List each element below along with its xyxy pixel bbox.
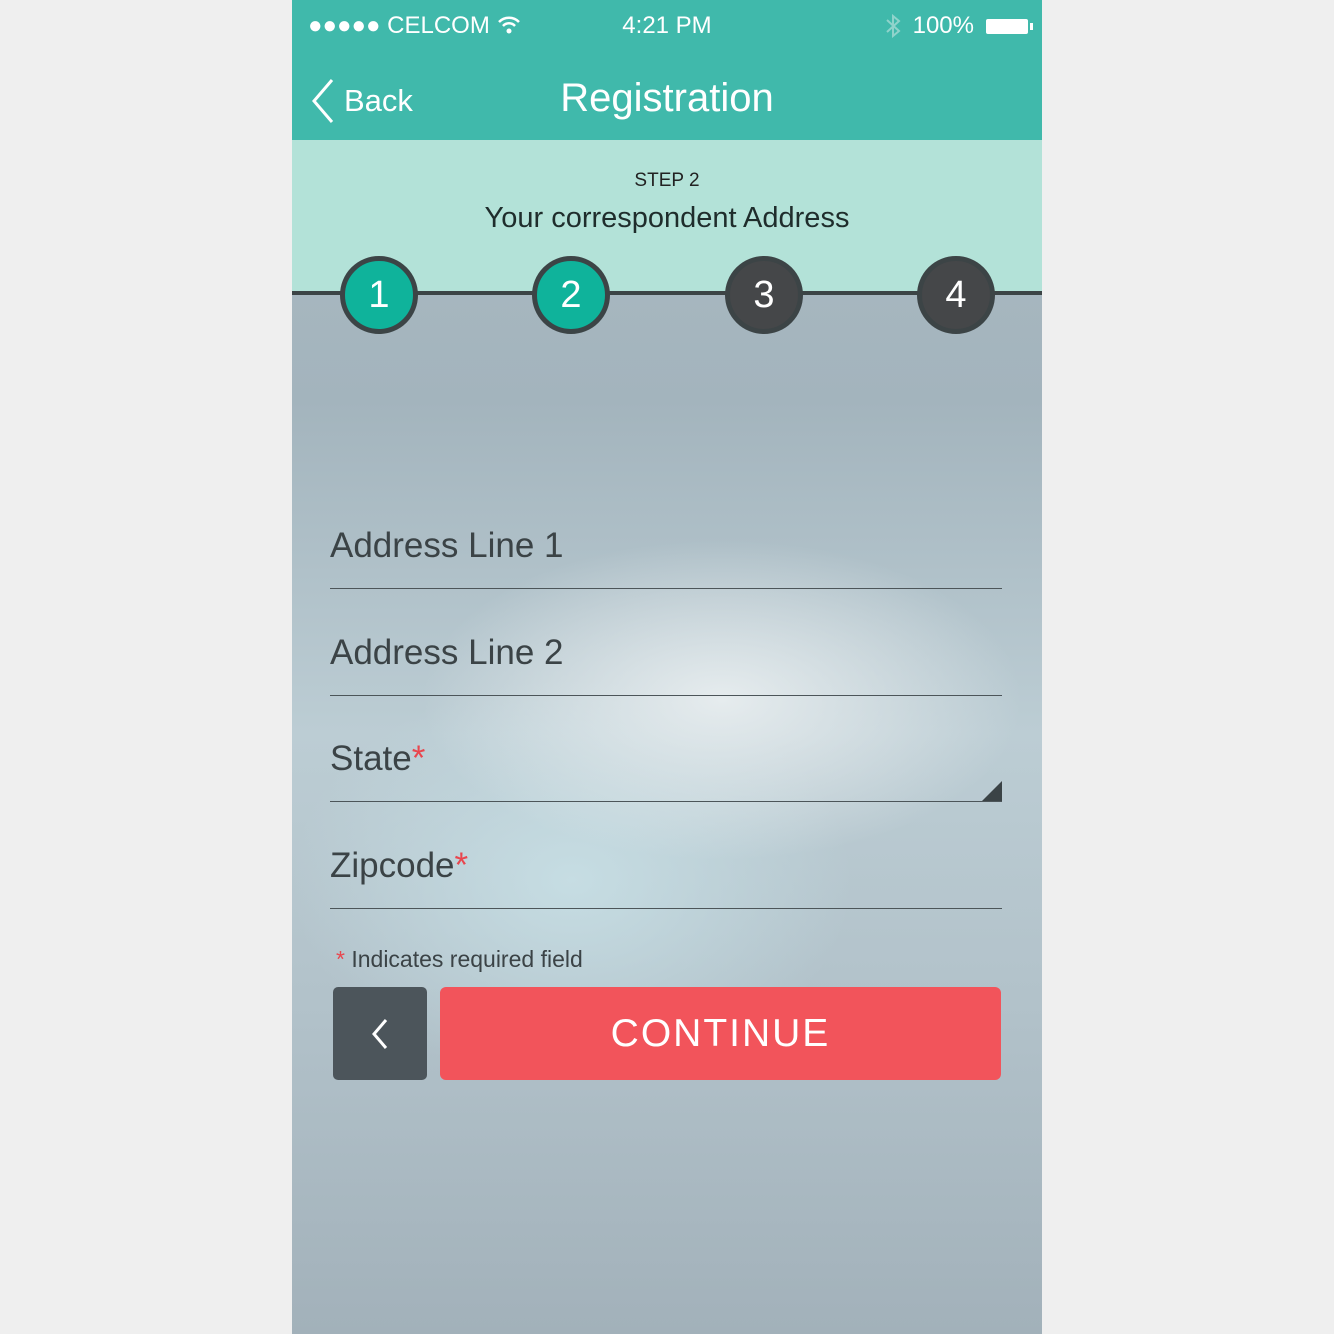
battery-percent: 100% — [912, 12, 974, 39]
step-subtitle: Your correspondent Address — [484, 202, 850, 234]
field-placeholder: Address Line 2 — [330, 633, 564, 672]
step-2: 2 — [532, 256, 610, 334]
required-note-text: Indicates required field — [351, 946, 583, 972]
continue-button[interactable]: CONTINUE — [440, 987, 1001, 1080]
dropdown-triangle-icon — [982, 781, 1002, 801]
step-label: STEP 2 — [634, 170, 700, 191]
step-4: 4 — [917, 256, 995, 334]
field-placeholder: State — [330, 739, 412, 778]
carrier-name: CELCOM — [387, 12, 490, 39]
zipcode-input[interactable]: Zipcode* — [330, 846, 1002, 909]
required-mark: * — [454, 846, 469, 885]
previous-step-button[interactable] — [333, 987, 427, 1080]
header: ●●●●● CELCOM 4:21 PM 100% Back Registrat… — [292, 0, 1042, 140]
state-select[interactable]: State* — [330, 739, 1002, 802]
required-mark: * — [336, 946, 345, 972]
step-1: 1 — [340, 256, 418, 334]
chevron-left-icon — [372, 1018, 388, 1049]
battery-icon — [986, 18, 1033, 34]
page-title: Registration — [560, 76, 774, 120]
step-3: 3 — [725, 256, 803, 334]
phone-screen: ●●●●● CELCOM 4:21 PM 100% Back Registrat… — [292, 0, 1042, 1334]
field-placeholder: Address Line 1 — [330, 526, 564, 565]
carrier-status: ●●●●● CELCOM — [308, 12, 521, 40]
field-placeholder: Zipcode — [330, 846, 455, 885]
signal-icon: ●●●●● — [308, 12, 381, 39]
address-line-2-input[interactable]: Address Line 2 — [330, 633, 1002, 696]
address-line-1-input[interactable]: Address Line 1 — [330, 526, 1002, 589]
required-note: * Indicates required field — [336, 946, 583, 973]
wifi-icon — [497, 16, 520, 34]
bluetooth-icon — [885, 13, 901, 39]
required-mark: * — [411, 739, 426, 778]
